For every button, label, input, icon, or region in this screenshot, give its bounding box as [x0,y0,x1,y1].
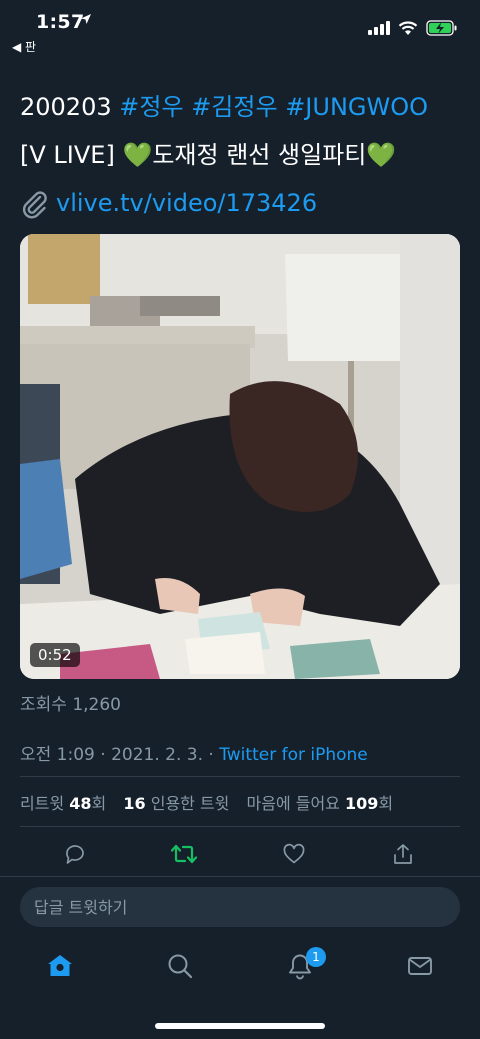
tweet-date: 200203 [20,93,112,121]
green-heart-emoji: 💚 [366,141,397,169]
hashtag-link[interactable]: #김정우 [191,93,277,121]
tweet-line-3: vlive.tv/video/173426 [20,179,465,227]
tab-messages[interactable] [400,946,440,986]
clock: 1:57 [36,11,85,33]
reply-icon [66,845,84,864]
home-icon [48,955,72,976]
reply-button[interactable] [59,838,91,870]
search-icon [168,954,193,979]
tab-home[interactable] [40,946,80,986]
divider [20,826,460,827]
tab-bar [0,946,480,996]
battery-charging-icon [426,20,457,36]
likes-stat[interactable]: 마음에 들어요 109회 [247,794,394,813]
heart-icon [283,843,305,864]
retweet-button[interactable] [168,838,200,870]
divider [20,776,460,777]
share-button[interactable] [387,838,419,870]
status-bar: 1:57 ◀ 판 [0,0,480,60]
share-icon [394,844,412,864]
tweet-text: 200203 #정우 #김정우 #JUNGWOO [V LIVE] 💚도재정 랜… [20,83,465,227]
engagement-stats: 리트윗 48회 16 인용한 트윗 마음에 들어요 109회 [20,790,393,814]
hashtag-link[interactable]: #정우 [119,93,183,121]
paperclip-icon [22,191,47,219]
wifi-icon [398,20,418,35]
location-arrow-icon [81,14,91,24]
reply-input[interactable] [20,887,460,927]
tweet-timestamp: 오전 1:09 · 2021. 2. 3. · [20,745,220,765]
retweet-icon [170,844,198,864]
mail-icon [408,957,432,975]
tweet-title: 도재정 랜선 생일파티 [152,141,367,169]
tweet-actions [0,838,480,872]
tweet-meta: 오전 1:09 · 2021. 2. 3. · Twitter for iPho… [20,740,368,765]
back-to-app-link[interactable]: ◀ 판 [12,38,36,55]
video-player[interactable]: 0:52 [20,234,460,679]
video-duration: 0:52 [30,643,80,667]
home-indicator [155,1023,325,1029]
notification-badge: 1 [306,947,326,967]
like-button[interactable] [278,838,310,870]
cellular-signal-icon [368,21,390,35]
status-icons [368,20,458,36]
vlive-link[interactable]: vlive.tv/video/173426 [56,189,317,217]
tweet-source-link[interactable]: Twitter for iPhone [219,745,368,765]
green-heart-emoji: 💚 [122,141,153,169]
quote-tweets-stat[interactable]: 16 인용한 트윗 [123,794,229,813]
tweet-line-1: 200203 #정우 #김정우 #JUNGWOO [20,83,465,131]
reply-bar [0,876,480,937]
hashtag-link[interactable]: #JUNGWOO [285,93,428,121]
tweet-prefix: [V LIVE] [20,141,123,169]
video-thumbnail [20,234,460,679]
tab-search[interactable] [160,946,200,986]
view-count: 조회수 1,260 [20,695,121,715]
tweet-line-2: [V LIVE] 💚도재정 랜선 생일파티💚 [20,131,465,179]
retweets-stat[interactable]: 리트윗 48회 [20,794,106,813]
